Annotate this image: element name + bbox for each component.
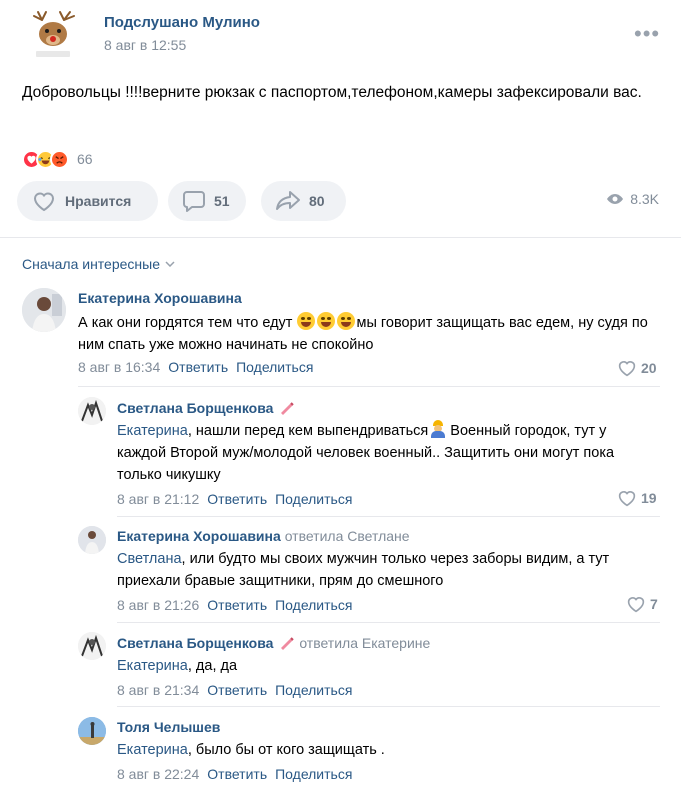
comment-author-name: Светлана Борщенкова <box>117 635 274 651</box>
more-options-icon[interactable]: ••• <box>634 23 660 45</box>
avatar[interactable] <box>22 288 66 332</box>
reply-link[interactable]: Ответить <box>207 597 267 613</box>
reactions-summary[interactable]: 66 <box>22 148 93 170</box>
mention-link[interactable]: Екатерина <box>117 742 188 758</box>
comment-meta: 8 авг в 16:34 Ответить Поделиться <box>78 359 313 375</box>
divider <box>117 516 660 517</box>
comment-like-button[interactable]: 20 <box>617 359 657 377</box>
comment: Екатерина Хорошавина ответила Светлане С… <box>0 520 681 620</box>
share-link[interactable]: Поделиться <box>275 766 352 782</box>
comment-author[interactable]: Светлана Борщенкова ответила Екатерине <box>117 635 430 653</box>
comment: Екатерина Хорошавина А как они гордятся … <box>0 285 681 385</box>
post-header: Подслушано Мулино 8 авг в 12:55 ••• <box>0 0 681 70</box>
reply-to-label[interactable]: ответила Екатерине <box>299 635 430 651</box>
share-link[interactable]: Поделиться <box>275 682 352 698</box>
mention-link[interactable]: Светлана <box>117 551 182 567</box>
comments-button[interactable]: 51 <box>168 181 246 221</box>
comment-date[interactable]: 8 авг в 22:24 <box>117 766 199 782</box>
comment: Светлана Борщенкова ответила Екатерине Е… <box>0 627 681 702</box>
comment-text: Екатерина, да, да <box>117 655 657 677</box>
divider <box>117 622 660 623</box>
chevron-down-icon <box>165 261 175 267</box>
avatar[interactable] <box>78 397 106 425</box>
construction-worker-emoji-icon <box>430 420 446 438</box>
heart-icon <box>627 597 645 613</box>
reply-link[interactable]: Ответить <box>207 766 267 782</box>
comment-text-part: А как они гордятся тем что едут <box>78 315 297 331</box>
laughing-emoji-icon <box>297 312 316 330</box>
comment-text: А как они гордятся тем что едут мы говор… <box>78 312 658 356</box>
comment-author[interactable]: Екатерина Хорошавина <box>78 290 242 306</box>
reply-to-label[interactable]: ответила Светлане <box>285 528 410 544</box>
mention-link[interactable]: Екатерина <box>117 423 188 439</box>
angry-reaction-icon <box>50 149 69 169</box>
pencil-icon <box>279 401 295 418</box>
reply-link[interactable]: Ответить <box>207 491 267 507</box>
comments-sort-dropdown[interactable]: Сначала интересные <box>22 256 175 272</box>
comment-author[interactable]: Екатерина Хорошавина ответила Светлане <box>117 528 410 544</box>
comment-text-part: , да, да <box>187 658 238 674</box>
comment-meta: 8 авг в 21:34 Ответить Поделиться <box>117 682 352 698</box>
pencil-icon <box>279 636 295 653</box>
avatar[interactable] <box>78 632 106 660</box>
divider <box>78 386 660 387</box>
avatar[interactable] <box>78 717 106 745</box>
heart-icon <box>618 491 636 507</box>
heart-icon <box>33 192 55 212</box>
mention-link[interactable]: Екатерина <box>117 658 188 674</box>
laughing-emoji-icon <box>337 312 356 330</box>
comment-text: Екатерина, нашли перед кем выпендриватьс… <box>117 420 657 486</box>
reactions-count: 66 <box>77 151 93 167</box>
group-name[interactable]: Подслушано Мулино <box>104 14 260 31</box>
share-link[interactable]: Поделиться <box>275 491 352 507</box>
divider <box>0 237 681 238</box>
divider <box>117 706 660 707</box>
share-icon <box>276 191 300 210</box>
comment-date[interactable]: 8 авг в 21:12 <box>117 491 199 507</box>
post-text: Добровольцы !!!!верните рюкзак с паспорт… <box>22 84 642 101</box>
comment: Толя Челышев Екатерина, было бы от кого … <box>0 711 681 788</box>
share-link[interactable]: Поделиться <box>275 597 352 613</box>
comment-like-button[interactable]: 19 <box>617 489 657 507</box>
comment-author[interactable]: Светлана Борщенкова <box>117 400 295 418</box>
comments-count: 51 <box>214 193 230 209</box>
avatar[interactable] <box>78 526 106 554</box>
share-button[interactable]: 80 <box>261 181 346 221</box>
comment-author[interactable]: Толя Челышев <box>117 719 220 735</box>
comment-text: Светлана, или будто мы своих мужчин толь… <box>117 548 657 592</box>
post-actions: Нравится 51 80 8.3K <box>17 181 667 221</box>
like-label: Нравится <box>65 193 132 209</box>
comment-text-part: , нашли перед кем выпендриваться <box>187 423 429 439</box>
views-counter: 8.3K <box>606 191 659 207</box>
comment-like-count: 7 <box>650 596 658 612</box>
like-button[interactable]: Нравится <box>17 181 158 221</box>
comment-like-count: 20 <box>641 360 657 376</box>
sort-label: Сначала интересные <box>22 256 160 272</box>
eye-icon <box>607 194 624 204</box>
views-count: 8.3K <box>630 191 659 207</box>
comment-meta: 8 авг в 22:24 Ответить Поделиться <box>117 766 352 782</box>
comment: Светлана Борщенкова Екатерина, нашли пер… <box>0 393 681 513</box>
post-date[interactable]: 8 авг в 12:55 <box>104 37 186 53</box>
comment-text: Екатерина, было бы от кого защищать . <box>117 739 657 761</box>
shares-count: 80 <box>309 193 325 209</box>
comment-text-part: , или будто мы своих мужчин только через… <box>117 551 610 589</box>
reply-link[interactable]: Ответить <box>207 682 267 698</box>
comment-author-name: Екатерина Хорошавина <box>117 528 281 544</box>
share-link[interactable]: Поделиться <box>236 359 313 375</box>
comment-date[interactable]: 8 авг в 21:26 <box>117 597 199 613</box>
group-avatar[interactable] <box>24 6 84 66</box>
comment-like-count: 19 <box>641 490 657 506</box>
heart-icon <box>618 361 636 377</box>
comment-date[interactable]: 8 авг в 21:34 <box>117 682 199 698</box>
comment-meta: 8 авг в 21:26 Ответить Поделиться <box>117 597 352 613</box>
comment-author-name: Светлана Борщенкова <box>117 400 274 416</box>
comment-meta: 8 авг в 21:12 Ответить Поделиться <box>117 491 352 507</box>
comment-date[interactable]: 8 авг в 16:34 <box>78 359 160 375</box>
comment-icon <box>183 191 205 212</box>
comment-text-part: , было бы от кого защищать . <box>187 742 385 758</box>
comment-like-button[interactable]: 7 <box>626 595 658 613</box>
laughing-emoji-icon <box>317 312 336 330</box>
reply-link[interactable]: Ответить <box>168 359 228 375</box>
